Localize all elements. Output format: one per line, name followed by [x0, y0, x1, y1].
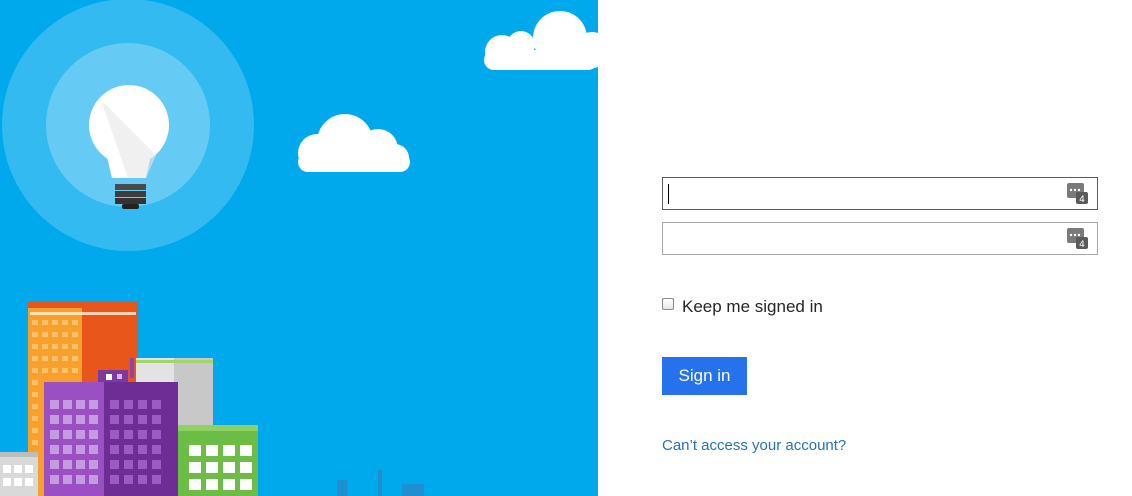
username-field[interactable]: 4: [662, 177, 1098, 210]
keep-signed-in-row[interactable]: Keep me signed in: [662, 296, 823, 318]
svg-text:4: 4: [1079, 195, 1085, 204]
small-grey-building: [0, 452, 38, 496]
password-manager-icon[interactable]: 4: [1067, 228, 1088, 250]
password-field[interactable]: 4: [662, 222, 1098, 255]
username-input[interactable]: [663, 178, 1097, 209]
password-manager-icon[interactable]: 4: [1067, 183, 1088, 205]
login-page: 4 4 Keep me signed in Sign in Can’t acce…: [0, 0, 1132, 496]
hero-illustration: [0, 0, 598, 496]
password-input[interactable]: [663, 223, 1097, 254]
text-caret: [668, 184, 669, 204]
illustration-canvas: [0, 0, 598, 496]
green-building: [178, 425, 258, 496]
purple-building: [44, 370, 178, 496]
sign-in-button[interactable]: Sign in: [662, 357, 747, 395]
keep-signed-in-checkbox[interactable]: [662, 298, 674, 310]
svg-text:4: 4: [1079, 240, 1085, 249]
keep-signed-in-label[interactable]: Keep me signed in: [682, 297, 823, 317]
lightbulb-icon: [2, 0, 254, 251]
cant-access-account-link[interactable]: Can’t access your account?: [662, 437, 846, 454]
sign-in-form: 4 4 Keep me signed in Sign in Can’t acce…: [598, 0, 1132, 496]
